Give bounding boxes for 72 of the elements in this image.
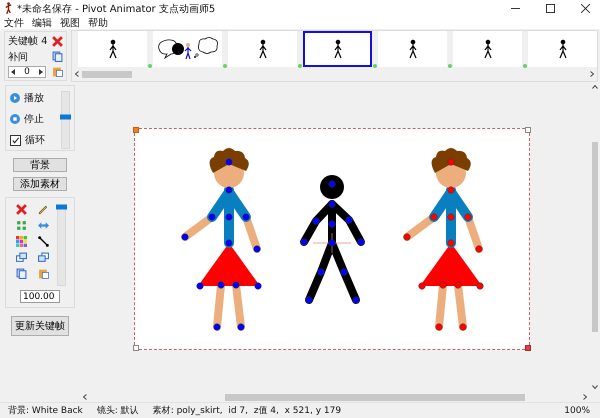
paste-icon[interactable]: [38, 268, 49, 279]
delete-icon[interactable]: [52, 36, 63, 47]
status-text: 100%: [564, 406, 590, 416]
menu-item[interactable]: 帮助: [88, 16, 108, 30]
copy-icon[interactable]: [16, 268, 27, 279]
scroll-right-icon[interactable]: [590, 71, 594, 77]
vertical-scrollbar[interactable]: [590, 82, 600, 392]
front-icon[interactable]: [16, 252, 27, 263]
frame-thumbnail[interactable]: [303, 31, 372, 67]
menu-item[interactable]: 编辑: [32, 16, 52, 30]
stickman-icon: [408, 39, 418, 59]
line-tool-icon[interactable]: [38, 236, 49, 247]
status-text: 素材: poly_skirt, id 7, z值 4, x 521, y 179: [152, 404, 342, 417]
resize-handle-icon[interactable]: [525, 345, 531, 351]
scroll-left-icon[interactable]: [75, 71, 79, 77]
paste-icon[interactable]: [52, 66, 63, 77]
resize-handle-icon[interactable]: [133, 345, 139, 351]
stickman-icon: [332, 39, 342, 59]
delete-icon[interactable]: [16, 204, 27, 215]
loop-checkbox[interactable]: [10, 134, 21, 146]
close-icon[interactable]: [581, 4, 590, 13]
back-icon[interactable]: [38, 252, 49, 263]
girl-figure[interactable]: [181, 148, 262, 331]
scale-input[interactable]: 100.00: [20, 290, 60, 303]
speech-bubbles-drawing: [156, 36, 218, 62]
stick-figure[interactable]: [300, 175, 365, 304]
horizontal-scrollbar[interactable]: [72, 69, 597, 79]
maximize-icon[interactable]: [546, 4, 555, 13]
scroll-down-icon[interactable]: [592, 385, 598, 389]
slider-thumb[interactable]: [56, 204, 67, 210]
decrement-arrow-icon[interactable]: [11, 69, 15, 75]
background-button[interactable]: 背景: [13, 158, 67, 172]
tween-spinner[interactable]: 0: [8, 66, 46, 78]
speed-slider[interactable]: [61, 91, 70, 149]
pencil-icon[interactable]: [38, 204, 49, 215]
window-title: *未命名保存 - Pivot Animator 支点动画师5: [17, 2, 216, 16]
stickman-icon: [558, 39, 568, 59]
tween-label: 补间: [8, 50, 29, 64]
play-icon[interactable]: [10, 93, 20, 103]
status-text: 镜头: 默认: [96, 404, 139, 417]
stickman-icon: [482, 39, 492, 59]
flip-icon[interactable]: [38, 220, 49, 231]
menu-item[interactable]: 文件: [4, 16, 24, 30]
girl-figure[interactable]: [403, 148, 484, 331]
slider-thumb[interactable]: [60, 114, 71, 120]
menu-item[interactable]: 视图: [60, 16, 80, 30]
stickman-logo-icon: [4, 2, 13, 15]
add-sprite-button[interactable]: 添加素材: [13, 177, 67, 191]
frame-marker-icon: [298, 64, 302, 68]
stop-label[interactable]: 停止: [24, 112, 44, 126]
scroll-left-icon[interactable]: [83, 394, 87, 400]
increment-arrow-icon[interactable]: [38, 69, 43, 75]
update-keyframe-button[interactable]: 更新关键帧: [11, 316, 69, 336]
scroll-right-icon[interactable]: [583, 394, 587, 400]
frame-marker-icon: [223, 64, 227, 68]
frame-marker-icon: [448, 64, 452, 68]
frame-marker-icon: [523, 64, 527, 68]
scroll-up-icon[interactable]: [592, 85, 598, 89]
stickman-icon: [258, 39, 268, 59]
frame-marker-icon: [373, 64, 377, 68]
status-text: 背景: White Back: [8, 404, 83, 417]
loop-label: 循环: [25, 134, 45, 147]
play-label[interactable]: 播放: [24, 91, 44, 105]
frame-marker-icon: [148, 64, 152, 68]
resize-handle-icon[interactable]: [525, 127, 531, 133]
resize-handle-icon[interactable]: [133, 127, 139, 133]
stop-icon[interactable]: [10, 114, 20, 124]
keyframe-label: 关键帧 4: [8, 34, 49, 48]
stickman-icon: [108, 39, 118, 59]
scale-slider[interactable]: [57, 206, 66, 286]
palette-icon[interactable]: [16, 236, 27, 247]
copy-icon[interactable]: [52, 51, 63, 62]
